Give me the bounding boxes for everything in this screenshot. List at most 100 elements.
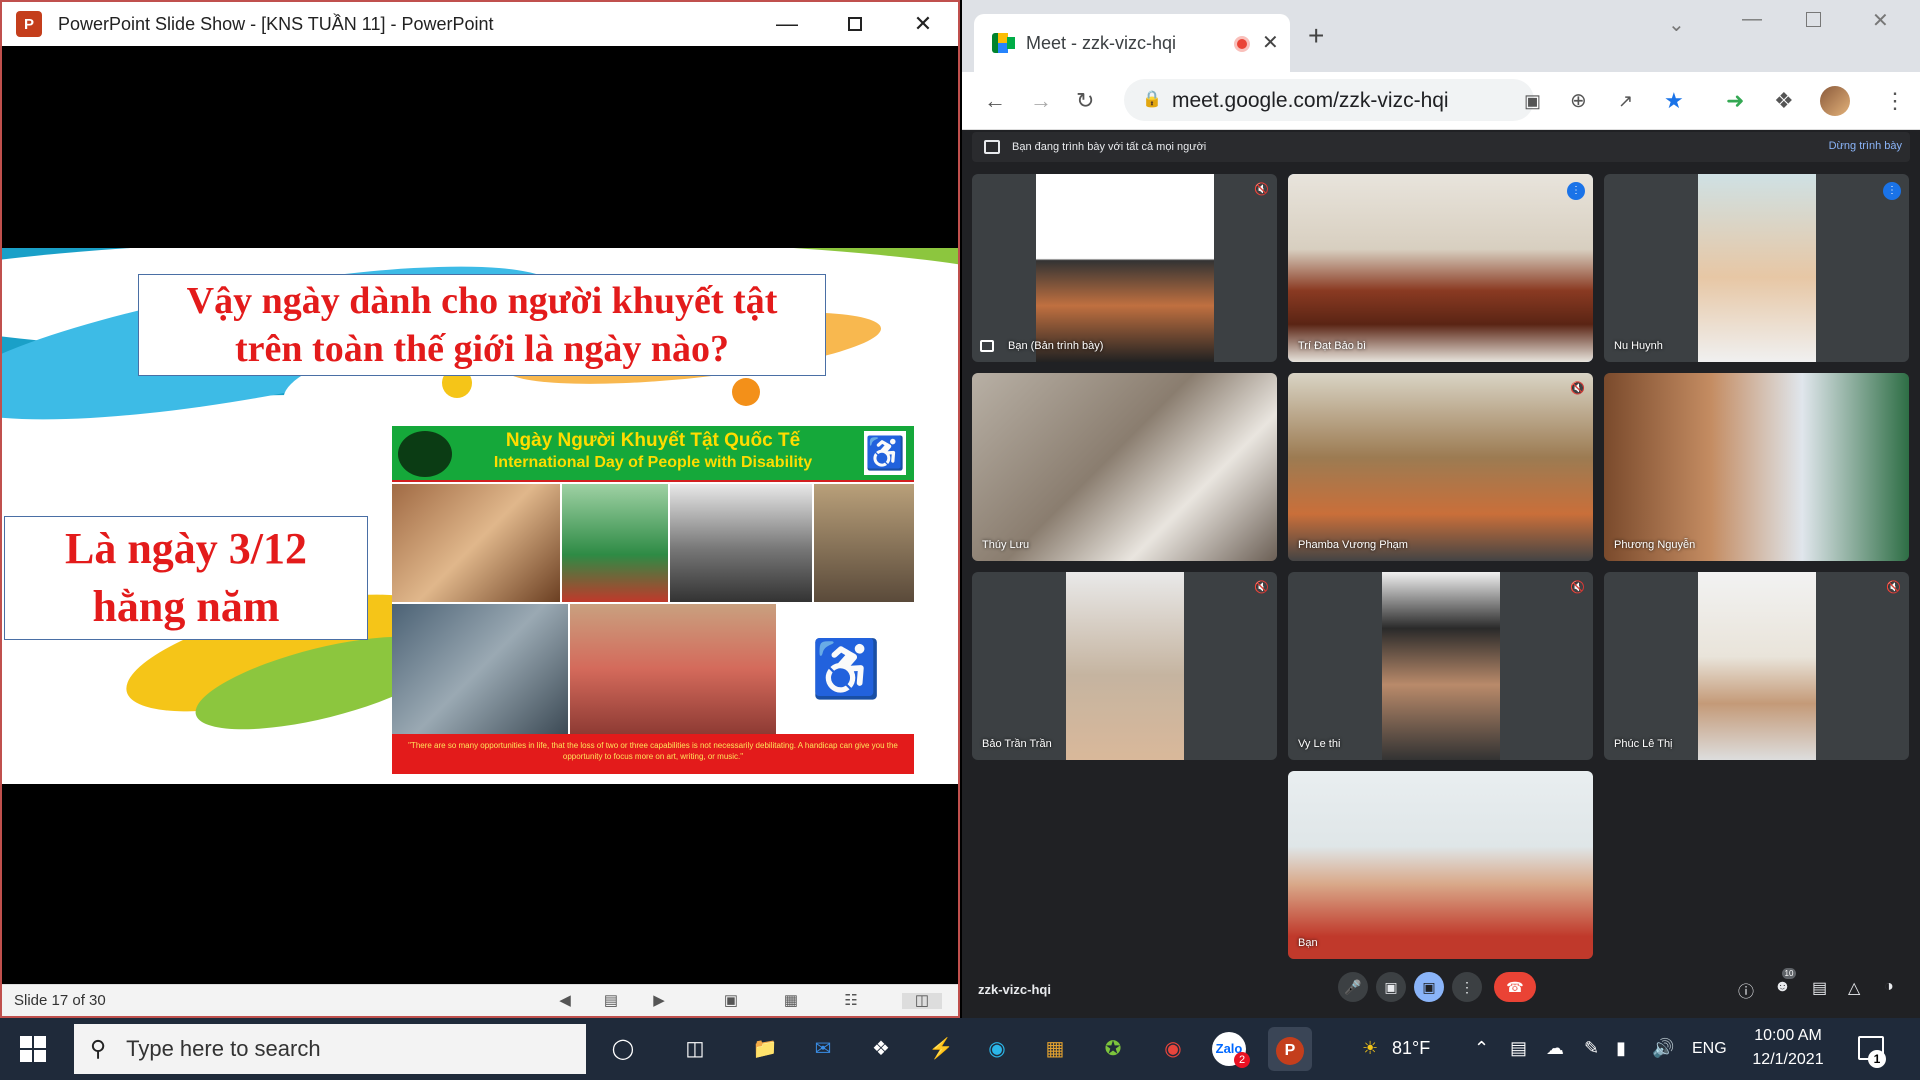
participant-tile[interactable]: 🔇 Phúc Lê Thị — [1604, 572, 1909, 760]
new-tab-icon[interactable]: + — [1308, 20, 1324, 52]
participant-video — [972, 373, 1277, 561]
app-bolt-icon[interactable]: ⚡ — [924, 1032, 958, 1066]
more-options-button[interactable]: ⋮ — [1452, 972, 1482, 1002]
participant-tile[interactable]: 🔇 Bạn (Bản trình bày) — [972, 174, 1277, 362]
mail-icon[interactable]: ✉ — [806, 1032, 840, 1066]
app-green-icon[interactable]: ✪ — [1096, 1032, 1130, 1066]
bookmark-star-icon[interactable]: ★ — [1664, 86, 1684, 116]
normal-view-icon[interactable]: ▣ — [722, 993, 740, 1009]
participant-tile[interactable]: Phương Nguyễn — [1604, 373, 1909, 561]
chrome-window: Meet - zzk-vizc-hqi ✕ + ⌄ — ✕ ← → ↻ 🔒 me… — [962, 0, 1920, 1018]
camera-icon[interactable]: ▣ — [1524, 86, 1541, 116]
task-view-icon[interactable]: ◫ — [678, 1032, 712, 1066]
close-button[interactable]: ✕ — [888, 2, 958, 46]
show-hidden-icons-icon[interactable]: ⌃ — [1474, 1038, 1489, 1059]
next-slide-icon[interactable]: ▶ — [650, 993, 668, 1009]
mic-off-icon: 🔇 — [1254, 580, 1269, 594]
profile-avatar[interactable] — [1820, 86, 1850, 116]
participant-video — [1698, 572, 1816, 760]
activities-icon[interactable]: △ — [1848, 978, 1860, 998]
stop-presenting-button[interactable]: Dừng trình bày — [1829, 140, 1902, 152]
extensions-puzzle-icon[interactable]: ❖ — [1774, 86, 1794, 116]
leave-call-button[interactable]: ☎ — [1494, 972, 1536, 1002]
powerpoint-window: P PowerPoint Slide Show - [KNS TUẦN 11] … — [0, 0, 960, 1018]
present-now-button[interactable]: ▣ — [1414, 972, 1444, 1002]
reading-view-icon[interactable]: ☷ — [842, 993, 860, 1009]
maximize-button[interactable] — [820, 2, 890, 46]
cortana-icon[interactable]: ◯ — [606, 1032, 640, 1066]
browser-toolbar: ← → ↻ 🔒 meet.google.com/zzk-vizc-hqi ▣ ⊕… — [962, 72, 1920, 130]
share-icon[interactable]: ↗ — [1618, 86, 1633, 116]
onedrive-icon[interactable]: ☁ — [1546, 1038, 1564, 1059]
microphone-button[interactable]: 🎤 — [1338, 972, 1368, 1002]
participant-name: Phương Nguyễn — [1614, 539, 1696, 551]
tab-search-icon[interactable]: ⌄ — [1668, 12, 1685, 37]
slide-canvas[interactable]: Vậy ngày dành cho người khuyết tật trên … — [2, 248, 958, 784]
tab-strip: Meet - zzk-vizc-hqi ✕ + ⌄ — ✕ — [962, 0, 1920, 72]
battery-icon[interactable]: ▮ — [1616, 1038, 1626, 1059]
previous-slide-icon[interactable]: ◀ — [556, 993, 574, 1009]
taskbar-search-box[interactable]: ⚲ Type here to search — [74, 1024, 586, 1074]
close-icon[interactable]: ✕ — [1872, 8, 1889, 33]
start-button[interactable] — [20, 1036, 46, 1062]
host-controls-icon[interactable]: ◑ — [1884, 978, 1894, 996]
participant-tile[interactable]: 🔇 Phamba Vương Phạm — [1288, 373, 1593, 561]
menu-dots-icon[interactable]: ⋮ — [1884, 86, 1906, 116]
presenting-text: Bạn đang trình bày với tất cả mọi người — [1012, 141, 1207, 153]
minimize-button[interactable]: — — [752, 2, 822, 46]
poster-photo — [392, 604, 568, 734]
zoom-icon[interactable]: ⊕ — [1570, 86, 1587, 116]
meet-now-icon[interactable]: ▤ — [1510, 1038, 1527, 1059]
reload-icon[interactable]: ↻ — [1076, 86, 1094, 116]
participant-name: Vy Le thi — [1298, 738, 1341, 750]
meeting-details-icon[interactable]: ⓘ — [1738, 978, 1754, 1002]
participant-tile[interactable]: ⋮ Trí Đạt Bảo bì — [1288, 174, 1593, 362]
search-placeholder: Type here to search — [126, 1036, 321, 1061]
maximize-icon[interactable] — [1806, 12, 1821, 27]
poster-title-en: International Day of People with Disabil… — [493, 454, 813, 471]
lock-icon: 🔒 — [1142, 91, 1162, 108]
participant-tile[interactable]: 🔇 Vy Le thi — [1288, 572, 1593, 760]
input-language[interactable]: ENG — [1692, 1040, 1727, 1058]
participant-tile[interactable]: ⋮ Nu Huynh — [1604, 174, 1909, 362]
participant-name: Thúy Lưu — [982, 539, 1030, 551]
pen-icon[interactable]: ✎ — [1584, 1038, 1599, 1059]
address-bar[interactable]: 🔒 meet.google.com/zzk-vizc-hqi — [1124, 79, 1534, 121]
system-clock[interactable]: 10:00 AM 12/1/2021 — [1746, 1024, 1830, 1072]
zalo-badge: 2 — [1234, 1052, 1250, 1068]
participant-tile-self[interactable]: Bạn — [1288, 771, 1593, 959]
back-icon[interactable]: ← — [984, 86, 1006, 116]
dropbox-icon[interactable]: ❖ — [864, 1032, 898, 1066]
tab-meet[interactable]: Meet - zzk-vizc-hqi ✕ — [974, 14, 1290, 72]
file-explorer-icon[interactable]: 📁 — [748, 1032, 782, 1066]
extension-arrow-icon[interactable]: ➜ — [1726, 86, 1744, 116]
weather-icon[interactable]: ☀ — [1362, 1038, 1378, 1059]
speaking-indicator-icon: ⋮ — [1567, 182, 1585, 200]
edge-icon[interactable]: ◉ — [980, 1032, 1014, 1066]
answer-text: Là ngày 3/12 hằng năm — [64, 524, 308, 631]
slideshow-view-icon[interactable]: ◫ — [902, 993, 942, 1009]
powerpoint-taskbar-icon[interactable]: P — [1268, 1027, 1312, 1071]
participant-name: Phúc Lê Thị — [1614, 738, 1673, 750]
tab-close-icon[interactable]: ✕ — [1262, 30, 1279, 55]
volume-icon[interactable]: 🔊 — [1652, 1038, 1674, 1059]
slide-sorter-icon[interactable]: ▦ — [782, 993, 800, 1009]
participant-tile[interactable]: 🔇 Bảo Trần Trần — [972, 572, 1277, 760]
minimize-icon[interactable]: — — [1742, 8, 1762, 31]
powerpoint-logo-icon: P — [16, 11, 42, 37]
participant-name: Bạn (Bản trình bày) — [1008, 340, 1104, 352]
weather-temperature[interactable]: 81°F — [1392, 1038, 1430, 1059]
poster-title-vi: Ngày Người Khuyết Tật Quốc Tế — [505, 430, 801, 451]
chat-icon[interactable]: ▤ — [1812, 978, 1827, 998]
winrar-icon[interactable]: ▦ — [1038, 1032, 1072, 1066]
camera-button[interactable]: ▣ — [1376, 972, 1406, 1002]
meeting-code: zzk-vizc-hqi — [978, 982, 1051, 997]
desktop: P PowerPoint Slide Show - [KNS TUẦN 11] … — [0, 0, 1920, 1080]
chrome-icon[interactable]: ◉ — [1156, 1032, 1190, 1066]
forward-icon[interactable]: → — [1030, 86, 1052, 116]
slide-menu-icon[interactable]: ▤ — [602, 993, 620, 1009]
participant-tile[interactable]: Thúy Lưu — [972, 373, 1277, 561]
poster-photo — [814, 484, 914, 602]
powerpoint-titlebar[interactable]: P PowerPoint Slide Show - [KNS TUẦN 11] … — [2, 2, 958, 46]
people-icon[interactable]: ☻ — [1774, 978, 1791, 996]
